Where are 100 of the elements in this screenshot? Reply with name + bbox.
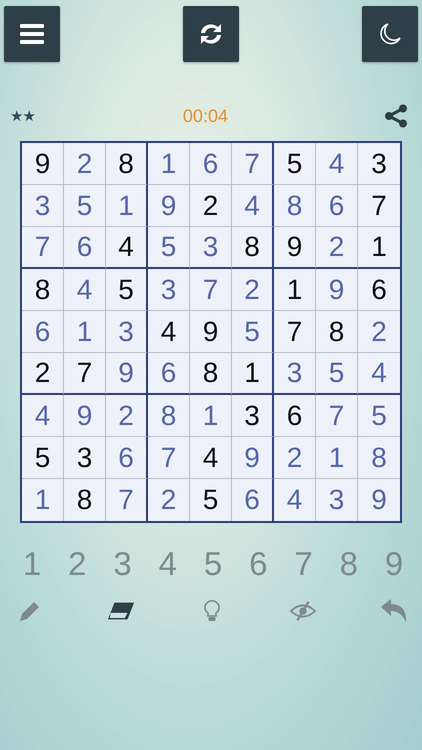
grid-cell[interactable]: 2 [190, 185, 232, 227]
grid-cell[interactable]: 5 [232, 311, 274, 353]
grid-cell[interactable]: 5 [274, 143, 316, 185]
moon-icon [378, 22, 402, 46]
share-icon[interactable] [384, 104, 408, 128]
grid-cell[interactable]: 6 [358, 269, 400, 311]
grid-cell[interactable]: 6 [232, 479, 274, 521]
grid-cell[interactable]: 3 [358, 143, 400, 185]
grid-cell[interactable]: 5 [358, 395, 400, 437]
grid-cell[interactable]: 9 [22, 143, 64, 185]
grid-cell[interactable]: 3 [148, 269, 190, 311]
refresh-button[interactable] [183, 6, 239, 62]
grid-cell[interactable]: 4 [148, 311, 190, 353]
refresh-icon [198, 22, 224, 46]
grid-cell[interactable]: 7 [232, 143, 274, 185]
grid-cell[interactable]: 3 [106, 311, 148, 353]
grid-cell[interactable]: 5 [22, 437, 64, 479]
grid-cell[interactable]: 7 [22, 227, 64, 269]
grid-cell[interactable]: 2 [274, 437, 316, 479]
grid-cell[interactable]: 9 [190, 311, 232, 353]
grid-cell[interactable]: 6 [64, 227, 106, 269]
grid-cell[interactable]: 4 [64, 269, 106, 311]
grid-cell[interactable]: 9 [106, 353, 148, 395]
grid-cell[interactable]: 2 [358, 311, 400, 353]
pencil-icon [18, 599, 42, 623]
grid-cell[interactable]: 6 [106, 437, 148, 479]
grid-cell[interactable]: 7 [106, 479, 148, 521]
menu-icon [20, 24, 44, 44]
number-key[interactable]: 2 [65, 545, 90, 583]
grid-cell[interactable]: 6 [148, 353, 190, 395]
grid-cell[interactable]: 8 [358, 437, 400, 479]
grid-cell[interactable]: 1 [22, 479, 64, 521]
grid-cell[interactable]: 5 [190, 479, 232, 521]
grid-cell[interactable]: 9 [148, 185, 190, 227]
grid-cell[interactable]: 4 [22, 395, 64, 437]
grid-cell[interactable]: 5 [106, 269, 148, 311]
grid-cell[interactable]: 8 [106, 143, 148, 185]
grid-cell[interactable]: 1 [316, 437, 358, 479]
grid-cell[interactable]: 2 [316, 227, 358, 269]
grid-cell[interactable]: 5 [316, 353, 358, 395]
grid-cell[interactable]: 7 [274, 311, 316, 353]
grid-cell[interactable]: 4 [316, 143, 358, 185]
lightbulb-icon [203, 599, 221, 623]
grid-cell[interactable]: 3 [274, 353, 316, 395]
grid-cell[interactable]: 6 [274, 395, 316, 437]
grid-cell[interactable]: 2 [22, 353, 64, 395]
grid-cell[interactable]: 7 [64, 353, 106, 395]
grid-cell[interactable]: 4 [106, 227, 148, 269]
grid-cell[interactable]: 7 [358, 185, 400, 227]
grid-cell[interactable]: 9 [64, 395, 106, 437]
grid-cell[interactable]: 9 [316, 269, 358, 311]
grid-cell[interactable]: 5 [148, 227, 190, 269]
grid-cell[interactable]: 1 [358, 227, 400, 269]
grid-cell[interactable]: 9 [358, 479, 400, 521]
grid-cell[interactable]: 8 [64, 479, 106, 521]
night-button[interactable] [362, 6, 418, 62]
grid-cell[interactable]: 8 [274, 185, 316, 227]
timer: 00:04 [182, 106, 228, 126]
grid-cell[interactable]: 8 [22, 269, 64, 311]
grid-cell[interactable]: 9 [232, 437, 274, 479]
grid-cell[interactable]: 1 [190, 395, 232, 437]
grid-cell[interactable]: 4 [358, 353, 400, 395]
grid-cell[interactable]: 8 [232, 227, 274, 269]
number-key[interactable]: 6 [246, 545, 270, 583]
grid-cell[interactable]: 1 [274, 269, 316, 311]
grid-cell[interactable]: 6 [22, 311, 64, 353]
grid-cell[interactable]: 4 [274, 479, 316, 521]
number-key[interactable]: 4 [156, 545, 180, 583]
grid-cell[interactable]: 1 [64, 311, 106, 353]
grid-cell[interactable]: 1 [232, 353, 274, 395]
grid-cell[interactable]: 6 [316, 185, 358, 227]
grid-cell[interactable]: 1 [148, 143, 190, 185]
grid-cell[interactable]: 1 [106, 185, 148, 227]
menu-button[interactable] [4, 6, 60, 62]
number-key[interactable]: 5 [201, 545, 225, 583]
eraser-icon [107, 601, 135, 621]
grid-cell[interactable]: 4 [190, 437, 232, 479]
grid-cell[interactable]: 2 [232, 269, 274, 311]
grid-cell[interactable]: 2 [148, 479, 190, 521]
grid-cell[interactable]: 5 [64, 185, 106, 227]
grid-cell[interactable]: 7 [148, 437, 190, 479]
grid-cell[interactable]: 6 [190, 143, 232, 185]
grid-cell[interactable]: 7 [316, 395, 358, 437]
grid-cell[interactable]: 4 [232, 185, 274, 227]
number-key[interactable]: 3 [110, 545, 134, 583]
grid-cell[interactable]: 3 [22, 185, 64, 227]
grid-cell[interactable]: 2 [106, 395, 148, 437]
grid-cell[interactable]: 7 [190, 269, 232, 311]
undo-icon [380, 598, 408, 624]
number-key[interactable]: 7 [292, 545, 316, 583]
grid-cell[interactable]: 3 [232, 395, 274, 437]
grid-cell[interactable]: 3 [316, 479, 358, 521]
grid-cell[interactable]: 9 [274, 227, 316, 269]
grid-cell[interactable]: 8 [148, 395, 190, 437]
grid-cell[interactable]: 8 [190, 353, 232, 395]
grid-cell[interactable]: 2 [64, 143, 106, 185]
grid-cell[interactable]: 8 [316, 311, 358, 353]
grid-cell[interactable]: 3 [64, 437, 106, 479]
grid-cell[interactable]: 3 [190, 227, 232, 269]
difficulty-stars: ★★ [10, 107, 35, 125]
